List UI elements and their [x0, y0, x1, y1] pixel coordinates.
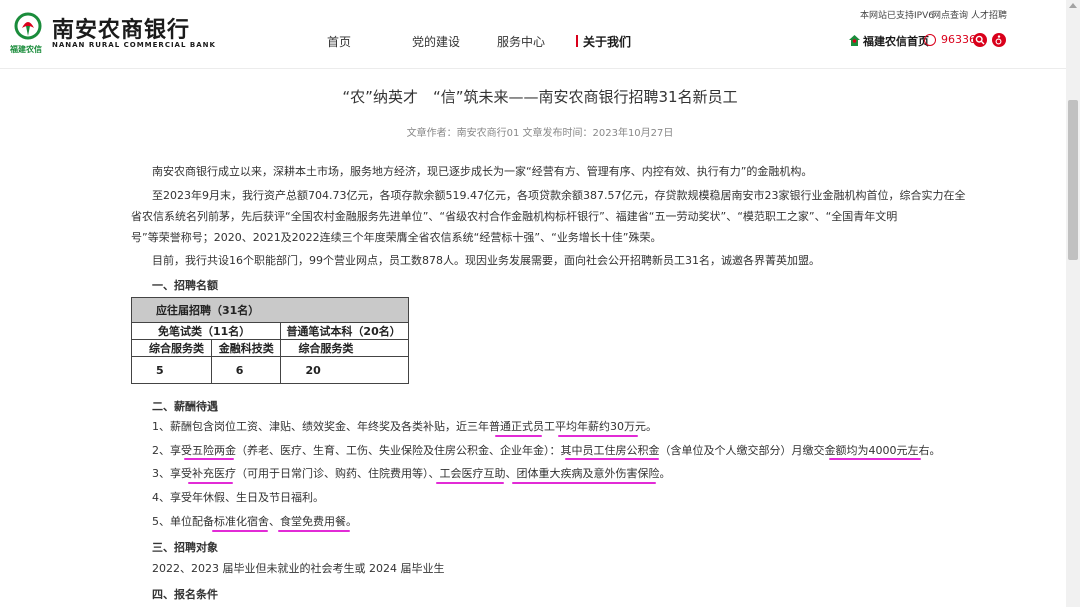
search-button[interactable]	[973, 33, 987, 47]
section-recruit-target: 三、招聘对象	[152, 541, 218, 554]
current-status-paragraph: 目前，我行共设16个职能部门，99个营业网点，员工数878人。现因业务发展需要，…	[152, 254, 820, 267]
fujian-rural-credit-home-link[interactable]: 福建农信首页	[863, 33, 929, 49]
nav-about-us[interactable]: 关于我们	[583, 33, 631, 50]
search-icon	[975, 35, 985, 45]
section-salary-benefits: 二、薪酬待遇	[152, 400, 218, 413]
benefit-item: 4、享受年休假、生日及节日福利。	[152, 491, 324, 504]
table-sub-general-service-1: 综合服务类	[131, 339, 212, 357]
table-value-fintech: 6	[210, 356, 282, 384]
benefit-item: 1、薪酬包含岗位工资、津贴、绩效奖金、年终奖及各类补贴，近三年普通正式员工平均年…	[152, 420, 657, 433]
highlight-underline	[565, 458, 659, 460]
highlight-underline	[188, 482, 233, 484]
stats-paragraph-line-1: 至2023年9月末，我行资产总额704.73亿元，各项存款余额519.47亿元，…	[152, 189, 966, 202]
hotline-number[interactable]: 96336	[941, 33, 976, 46]
nav-service-center[interactable]: 服务中心	[497, 33, 545, 50]
fujian-rural-credit-logo-icon	[14, 12, 42, 40]
article-title: “农”纳英才 “信”筑未来——南安农商银行招聘31名新员工	[342, 88, 738, 106]
table-sub-fintech: 金融科技类	[210, 339, 282, 357]
logo-english-name: NANAN RURAL COMMERCIAL BANK	[52, 41, 216, 49]
section-requirements: 四、报名条件	[152, 588, 218, 601]
table-group-written-exam: 普通笔试本科（20名）	[280, 322, 409, 340]
article-meta: 文章作者：南安农商行01 文章发布时间：2023年10月27日	[406, 128, 674, 139]
nav-active-indicator	[576, 35, 578, 47]
stats-paragraph-line-3: 号”等荣誉称号；2020、2021及2022连续三个年度荣膺全省农信系统“经营标…	[131, 231, 662, 244]
ipv6-support-link[interactable]: 本网站已支持IPV6	[860, 8, 934, 21]
accessibility-icon	[995, 35, 1002, 45]
phone-icon	[924, 34, 936, 46]
highlight-underline	[512, 482, 656, 484]
section-recruit-quota: 一、招聘名额	[152, 279, 218, 292]
highlight-underline	[184, 458, 234, 460]
logo-name: 南安农商银行	[52, 18, 191, 43]
recruit-target-text: 2022、2023 届毕业但未就业的社会考生或 2024 届毕业生	[152, 562, 445, 575]
intro-paragraph: 南安农商银行成立以来，深耕本土市场，服务地方经济，现已逐步成长为一家“经营有方、…	[152, 165, 813, 178]
stats-paragraph-line-2: 省农信系统名列前茅，先后获评“全国农村金融服务先进单位”、“省级农村合作金融机构…	[131, 210, 898, 223]
nav-home[interactable]: 首页	[327, 33, 351, 50]
table-header-cell: 应往届招聘（31名）	[131, 297, 409, 323]
highlight-underline	[278, 530, 350, 532]
table-group-no-exam: 免笔试类（11名）	[130, 322, 282, 340]
site-header: 福建农信 南安农商银行 NANAN RURAL COMMERCIAL BANK …	[0, 0, 1066, 69]
accessibility-button[interactable]	[992, 33, 1006, 47]
scroll-up-arrow-icon[interactable]	[1069, 3, 1077, 8]
nav-party-building[interactable]: 党的建设	[412, 33, 460, 50]
logo-subtitle: 福建农信	[10, 45, 42, 54]
highlight-underline	[829, 458, 921, 460]
highlight-underline	[495, 435, 542, 437]
table-value-general-service-2: 20	[280, 356, 409, 384]
benefit-item: 5、单位配备标准化宿舍、食堂免费用餐。	[152, 515, 357, 528]
table-sub-general-service-2: 综合服务类	[280, 339, 409, 357]
benefit-item: 2、享受五险两金（养老、医疗、生育、工伤、失业保险及住房公积金、企业年金）：其中…	[152, 444, 941, 457]
table-value-general-service-1: 5	[131, 356, 212, 384]
benefit-item: 3、享受补充医疗（可用于日常门诊、购药、住院费用等）、工会医疗互助、团体重大疾病…	[152, 467, 671, 480]
highlight-underline	[558, 435, 638, 437]
bank-logo[interactable]: 福建农信 南安农商银行 NANAN RURAL COMMERCIAL BANK	[8, 10, 215, 58]
highlight-underline	[436, 482, 504, 484]
recruitment-link[interactable]: 人才招聘	[971, 8, 1007, 21]
highlight-underline	[212, 530, 268, 532]
branch-search-link[interactable]: 网点查询	[932, 8, 968, 21]
recruit-quota-table: 应往届招聘（31名） 免笔试类（11名） 普通笔试本科（20名） 综合服务类 金…	[130, 297, 409, 384]
home-leaf-icon	[849, 35, 860, 46]
